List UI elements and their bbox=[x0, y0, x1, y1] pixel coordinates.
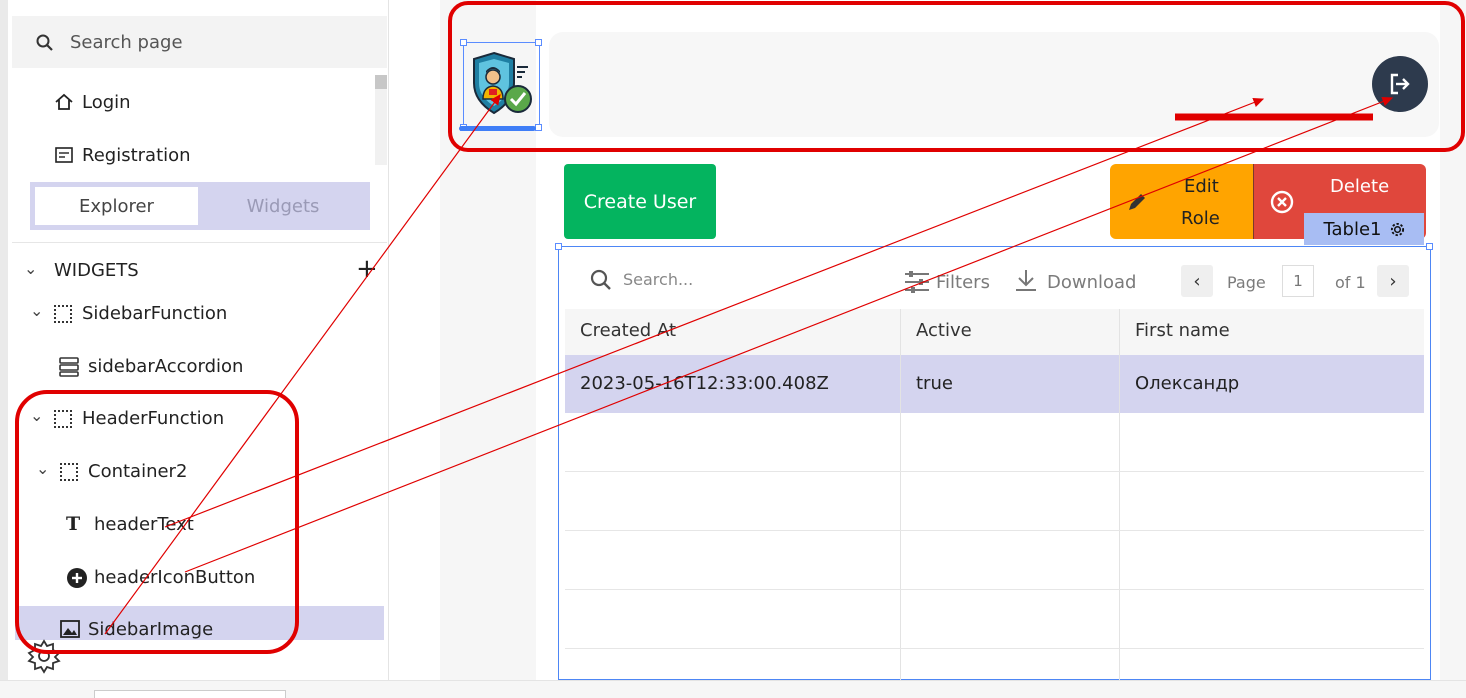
annotation-header-box bbox=[448, 1, 1465, 152]
annotation-overlay bbox=[15, 1, 1465, 654]
annotation-arrow-iconbutton bbox=[184, 97, 1394, 573]
annotation-arrow-image bbox=[104, 94, 501, 635]
annotation-tree-box bbox=[15, 390, 299, 654]
annotation-arrow-text bbox=[164, 98, 1265, 528]
